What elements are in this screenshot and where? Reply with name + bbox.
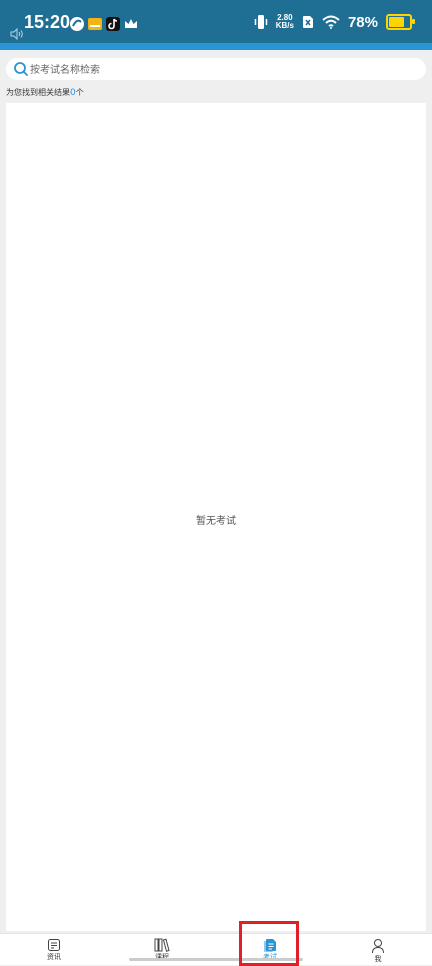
books-icon — [154, 938, 170, 952]
vibrate-icon — [254, 15, 267, 29]
result-summary: 为您找到相关结果0个 — [6, 88, 84, 98]
network-speed: 2.80 KB/s — [276, 14, 294, 30]
result-prefix: 为您找到相关结果 — [6, 88, 70, 97]
search-icon[interactable] — [13, 61, 29, 77]
profile-icon — [372, 939, 384, 954]
result-suffix: 个 — [75, 88, 84, 97]
yellow-app-icon — [88, 18, 102, 30]
status-time: 15:20 — [24, 12, 71, 32]
tab-news-label: 资讯 — [47, 953, 61, 961]
news-icon — [48, 939, 60, 951]
tab-news[interactable]: 资讯 — [24, 938, 84, 964]
volume-icon — [10, 28, 23, 40]
network-speed-unit: KB/s — [275, 21, 294, 30]
tab-me[interactable]: 我 — [348, 938, 408, 964]
battery-icon — [386, 14, 415, 30]
status-bar: 15:20 2.80 KB/s 78% — [0, 0, 432, 43]
search-bar[interactable] — [6, 58, 426, 80]
tiktok-icon — [106, 17, 120, 31]
header-accent-bar — [0, 43, 432, 50]
battery-percent: 78% — [347, 13, 378, 31]
empty-state-message: 暂无考试 — [196, 516, 236, 527]
wifi-icon — [322, 15, 340, 29]
tab-me-label: 我 — [374, 955, 382, 963]
search-input[interactable] — [30, 62, 410, 78]
app-notification-icon — [70, 17, 84, 31]
crown-icon — [125, 19, 137, 28]
no-sim-icon — [302, 16, 313, 28]
highlight-box — [239, 921, 299, 966]
